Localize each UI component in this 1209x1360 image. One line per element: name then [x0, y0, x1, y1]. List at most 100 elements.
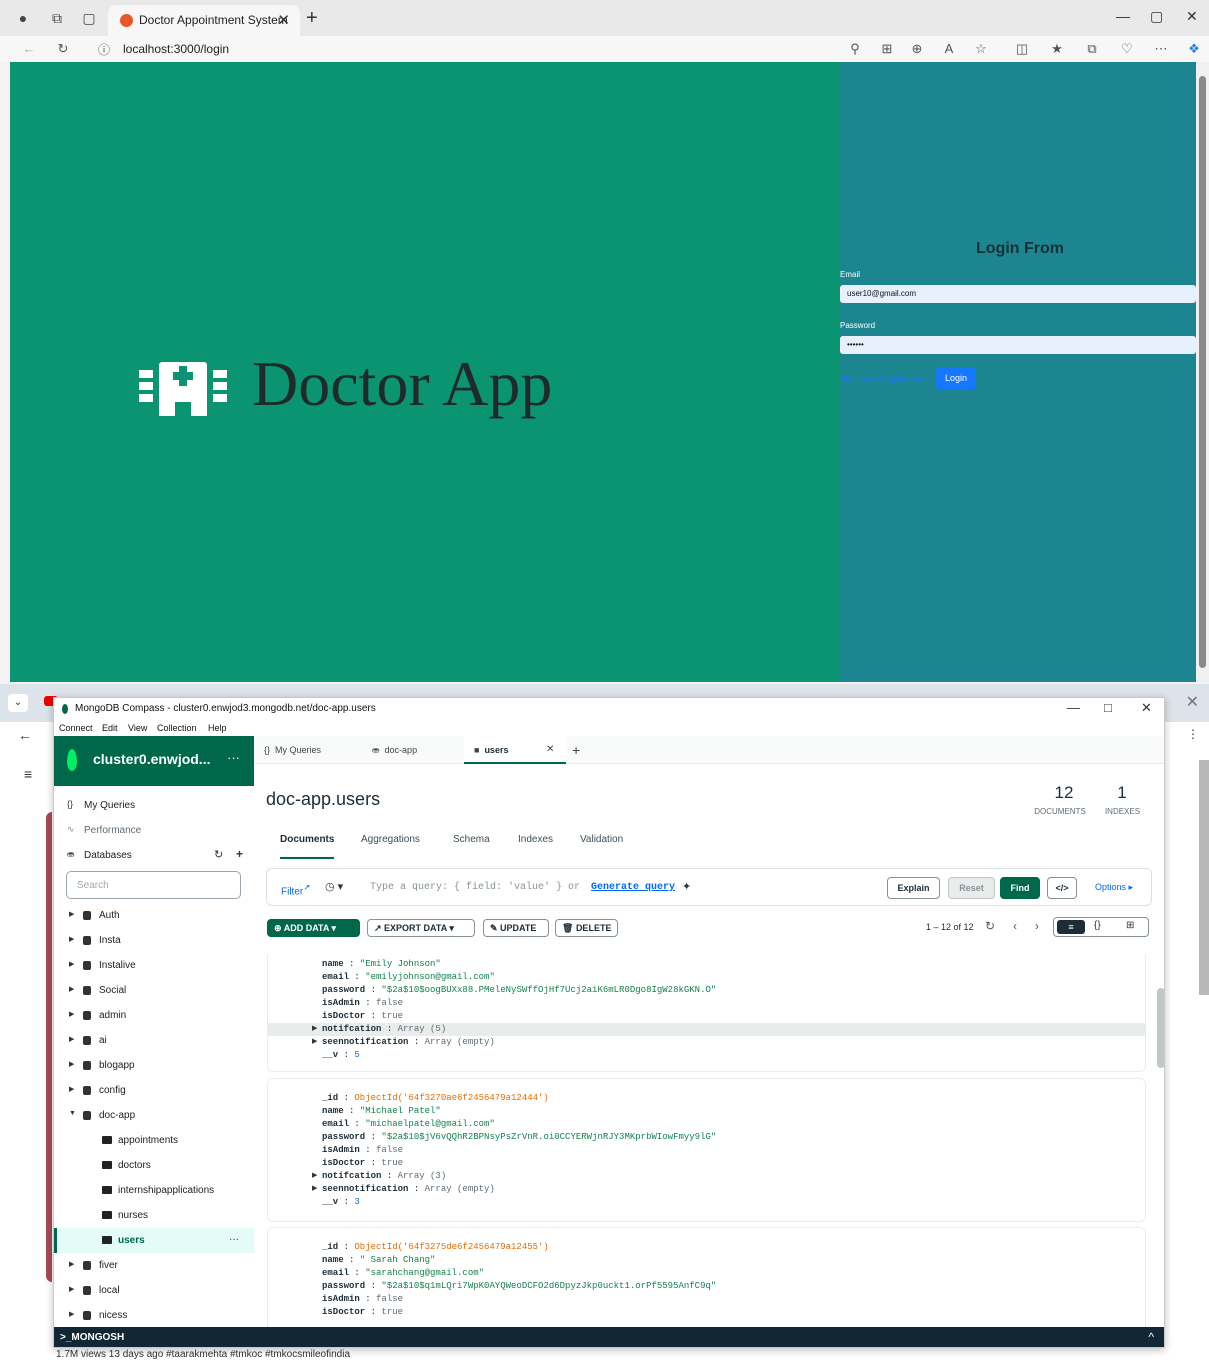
collection-more-icon[interactable]: ···	[229, 1234, 239, 1245]
sidebar-performance[interactable]: ∿ Performance	[54, 819, 254, 841]
collection-row[interactable]: appointments	[54, 1128, 254, 1153]
back-arrow-icon[interactable]: ←	[18, 727, 32, 743]
subtab-validation[interactable]: Validation	[580, 834, 623, 845]
field-seennotification[interactable]: ▶ seennotification : Array (empty)	[312, 1036, 495, 1049]
new-tab-button[interactable]: +	[306, 7, 318, 30]
subtab-schema[interactable]: Schema	[453, 834, 490, 845]
minimize-button[interactable]: —	[1116, 8, 1130, 24]
export-code-button[interactable]: </>	[1047, 877, 1077, 899]
favorites-icon[interactable]: ★	[1048, 41, 1066, 57]
zoom-icon[interactable]: ⊕	[908, 41, 926, 57]
menu-edit[interactable]: Edit	[102, 723, 118, 733]
scrollbar-thumb[interactable]	[1199, 76, 1206, 668]
chevron-up-icon[interactable]: ^	[1148, 1330, 1154, 1344]
document-card[interactable]: name : "Emily Johnson" email : "emilyjoh…	[267, 954, 1146, 1072]
back-icon[interactable]: ←	[20, 41, 38, 56]
generate-query-link[interactable]: Generate query	[591, 882, 675, 893]
next-page-icon[interactable]: ›	[1035, 919, 1039, 933]
database-row[interactable]: ▶ admin	[54, 1003, 254, 1028]
subtab-documents[interactable]: Documents	[280, 834, 335, 859]
close-icon[interactable]: ✕	[1186, 692, 1199, 712]
close-tab-icon[interactable]: ✕	[546, 744, 554, 755]
url-field[interactable]: ⓘ localhost:3000/login	[90, 38, 830, 60]
login-button[interactable]: Login	[936, 367, 976, 389]
database-row[interactable]: ▶ config	[54, 1078, 254, 1103]
add-database-icon[interactable]: +	[236, 847, 243, 861]
browser-essentials-icon[interactable]: ♡	[1118, 41, 1136, 57]
collection-row[interactable]: doctors	[54, 1153, 254, 1178]
minimize-button[interactable]: —	[1067, 700, 1080, 715]
read-aloud-icon[interactable]: A	[940, 41, 958, 56]
delete-button[interactable]: 🗑 DELETE	[555, 919, 618, 937]
email-field[interactable]: user10@gmail.com	[840, 285, 1196, 303]
close-window-button[interactable]: ✕	[1186, 8, 1198, 25]
close-tab-icon[interactable]: ✕	[277, 11, 290, 29]
collections-icon[interactable]: ⧉	[1083, 41, 1101, 57]
database-row-expanded[interactable]: ▼ doc-app	[54, 1103, 254, 1128]
database-row[interactable]: ▶ fiver	[54, 1253, 254, 1278]
update-button[interactable]: ✎ UPDATE	[483, 919, 549, 937]
explain-button[interactable]: Explain	[887, 877, 940, 899]
subtab-indexes[interactable]: Indexes	[518, 834, 553, 845]
database-row[interactable]: ▶ blogapp	[54, 1053, 254, 1078]
register-link[interactable]: Not a user Register here	[842, 375, 929, 384]
list-view-icon[interactable]: ≡	[1057, 920, 1085, 934]
options-button[interactable]: Options ▸	[1089, 877, 1139, 899]
workspaces-icon[interactable]: ⧉	[48, 9, 66, 27]
collection-row[interactable]: internshipapplications	[54, 1178, 254, 1203]
menu-collection[interactable]: Collection	[157, 723, 197, 733]
database-row[interactable]: ▶ Social	[54, 978, 254, 1003]
background-scrollbar-thumb[interactable]	[1199, 760, 1209, 995]
app-available-icon[interactable]: ⊞	[878, 41, 896, 57]
maximize-button[interactable]: □	[1104, 700, 1112, 715]
field-seennotification[interactable]: ▶ seennotification : Array (empty)	[312, 1183, 495, 1196]
document-card[interactable]: _id : ObjectId('64f3270ae6f2456479a12444…	[267, 1078, 1146, 1222]
json-view-icon[interactable]: {}	[1094, 920, 1101, 931]
mongosh-bar[interactable]: >_MONGOSH ^	[54, 1327, 1164, 1347]
database-row[interactable]: ▶ nicess	[54, 1303, 254, 1328]
field-notifcation[interactable]: ▶ notifcation : Array (3)	[312, 1170, 446, 1183]
add-data-button[interactable]: ⊕ ADD DATA ▾	[267, 919, 360, 937]
sidebar-my-queries[interactable]: {} My Queries	[54, 794, 254, 816]
subtab-aggregations[interactable]: Aggregations	[361, 834, 420, 845]
refresh-icon[interactable]: ↻	[985, 919, 995, 933]
add-tab-icon[interactable]: +	[572, 742, 580, 758]
table-view-icon[interactable]: ⊞	[1126, 920, 1134, 931]
database-row[interactable]: ▶ ai	[54, 1028, 254, 1053]
page-scrollbar[interactable]	[1196, 62, 1209, 682]
database-row[interactable]: ▶ Insta	[54, 928, 254, 953]
key-icon[interactable]: ⚲	[846, 41, 864, 57]
database-row[interactable]: ▶ Auth	[54, 903, 254, 928]
tab-doctor-appointment[interactable]: Doctor Appointment System ✕	[108, 5, 300, 36]
more-menu-icon[interactable]: ⋯	[1152, 41, 1170, 57]
site-info-icon[interactable]: ⓘ	[98, 41, 110, 58]
documents-scrollbar[interactable]	[1157, 988, 1164, 1068]
field-notifcation[interactable]: ▶ notifcation : Array (5)	[268, 1023, 1145, 1036]
profile-icon[interactable]: ●	[14, 9, 32, 27]
document-card[interactable]: _id : ObjectId('64f3275de6f2456479a12455…	[267, 1227, 1146, 1327]
cluster-header[interactable]: cluster0.enwjod... ···	[54, 736, 254, 786]
copilot-icon[interactable]: ❖	[1185, 41, 1203, 57]
sidebar-databases[interactable]: ⛂ Databases ↻ +	[54, 844, 254, 866]
database-row[interactable]: ▶ Instalive	[54, 953, 254, 978]
refresh-icon[interactable]: ↻	[54, 41, 72, 57]
prev-page-icon[interactable]: ‹	[1013, 919, 1017, 933]
query-input[interactable]: Type a query: { field: 'value' } or	[370, 882, 580, 893]
more-vert-icon[interactable]: ⋮	[1187, 727, 1199, 741]
query-history-icon[interactable]: ◷ ▾	[325, 880, 343, 893]
maximize-button[interactable]: ▢	[1150, 8, 1163, 25]
password-field[interactable]: ••••••	[840, 336, 1196, 354]
close-window-button[interactable]: ✕	[1141, 700, 1152, 716]
menu-view[interactable]: View	[128, 723, 147, 733]
find-button[interactable]: Find	[1000, 877, 1040, 899]
reset-button[interactable]: Reset	[948, 877, 995, 899]
chevron-down-icon[interactable]: ⌄	[8, 694, 28, 712]
refresh-icon[interactable]: ↻	[214, 848, 223, 861]
collection-row[interactable]: nurses	[54, 1203, 254, 1228]
tab-doc-app[interactable]: ⛂ doc-app	[372, 736, 462, 764]
menu-help[interactable]: Help	[208, 723, 227, 733]
split-screen-icon[interactable]: ◫	[1013, 41, 1031, 57]
sidebar-search-input[interactable]: Search	[66, 871, 241, 899]
filter-link[interactable]: Filter↗	[281, 882, 310, 897]
tab-my-queries[interactable]: {} My Queries	[264, 736, 364, 764]
